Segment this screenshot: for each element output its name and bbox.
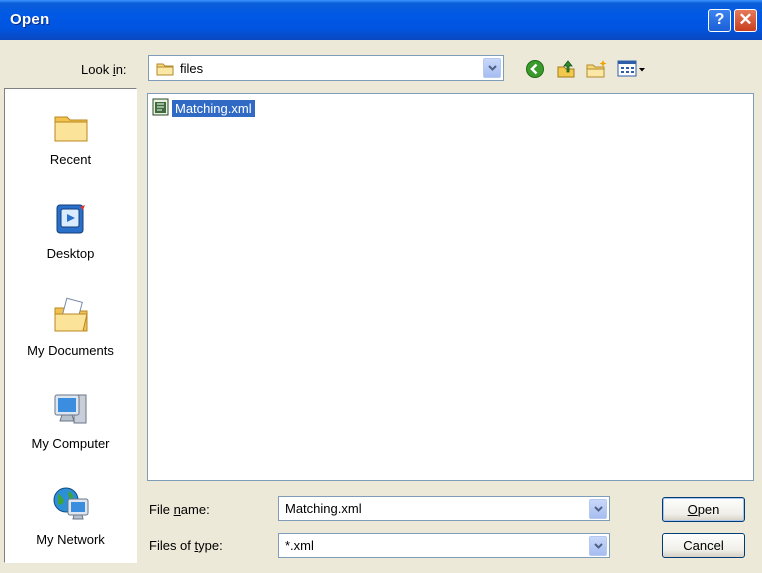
list-item[interactable]: Matching.xml	[152, 98, 256, 119]
desktop-icon	[5, 201, 136, 240]
chevron-down-icon[interactable]	[483, 58, 501, 78]
file-type-value: *.xml	[285, 538, 314, 553]
place-my-network[interactable]: My Network	[5, 485, 136, 547]
file-name-label: Matching.xml	[171, 98, 256, 118]
file-name-value: Matching.xml	[285, 501, 362, 516]
my-network-icon	[5, 485, 136, 526]
file-name-field[interactable]: Matching.xml	[278, 496, 610, 521]
file-list[interactable]: Matching.xml	[147, 93, 754, 481]
look-in-value: files	[180, 61, 204, 76]
place-my-computer[interactable]: My Computer	[5, 391, 136, 451]
close-button[interactable]: ✕	[734, 9, 757, 32]
recent-folder-icon	[5, 109, 136, 146]
file-name-label: File name:	[149, 502, 210, 517]
title-bar: Open ? ✕	[0, 0, 762, 40]
place-recent[interactable]: Recent	[5, 109, 136, 167]
folder-icon	[156, 61, 174, 79]
look-in-dropdown[interactable]: files	[148, 55, 504, 81]
help-button[interactable]: ?	[708, 9, 731, 32]
cancel-button[interactable]: Cancel	[662, 533, 745, 558]
places-bar: Recent Desktop My Documents My Computer …	[4, 88, 137, 563]
back-icon[interactable]	[525, 59, 545, 82]
place-my-documents[interactable]: My Documents	[5, 296, 136, 358]
place-desktop[interactable]: Desktop	[5, 201, 136, 261]
look-in-label: Look in:	[81, 62, 127, 77]
file-type-dropdown[interactable]: *.xml	[278, 533, 610, 558]
my-documents-icon	[5, 296, 136, 337]
my-computer-icon	[5, 391, 136, 430]
files-of-type-label: Files of type:	[149, 538, 223, 553]
chevron-down-icon[interactable]	[589, 536, 607, 556]
window-title: Open	[10, 11, 50, 28]
open-button[interactable]: Open	[662, 497, 745, 522]
new-folder-icon[interactable]	[586, 59, 608, 82]
view-menu-icon[interactable]	[617, 59, 647, 82]
up-folder-icon[interactable]	[556, 59, 576, 82]
chevron-down-icon[interactable]	[589, 499, 607, 519]
xml-file-icon	[152, 98, 169, 119]
